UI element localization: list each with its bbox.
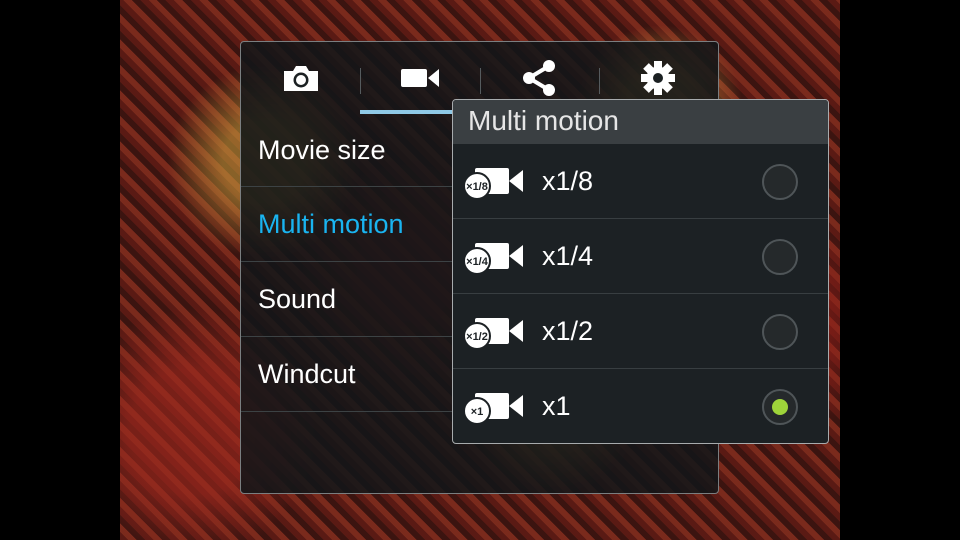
video-camera-icon (400, 69, 439, 87)
option-badge: ×1 (471, 406, 484, 418)
slow-motion-half-icon: ×1/2 (463, 318, 523, 350)
gear-icon (641, 61, 676, 95)
slow-motion-eighth-icon: ×1/8 (463, 168, 523, 200)
multi-motion-popup: Multi motion ×1/8 x1/8 ×1/4 x1/4 ×1/2 x1… (452, 99, 829, 444)
radio-button-selected[interactable] (762, 389, 798, 425)
option-label: x1/8 (542, 166, 594, 196)
slow-motion-quarter-icon: ×1/4 (463, 243, 523, 275)
radio-button[interactable] (762, 164, 798, 200)
popup-title: Multi motion (453, 100, 828, 144)
option-x1-2[interactable]: ×1/2 x1/2 (453, 294, 828, 369)
option-x1-4[interactable]: ×1/4 x1/4 (453, 219, 828, 294)
share-icon (523, 60, 556, 96)
option-badge: ×1/2 (466, 331, 488, 343)
radio-button[interactable] (762, 239, 798, 275)
normal-speed-icon: ×1 (463, 393, 523, 425)
option-badge: ×1/8 (466, 181, 488, 193)
radio-button[interactable] (762, 314, 798, 350)
tab-camera[interactable] (241, 42, 360, 114)
option-label: x1 (542, 391, 571, 421)
option-label: x1/2 (542, 316, 594, 346)
option-label: x1/4 (542, 241, 594, 271)
option-badge: ×1/4 (466, 256, 489, 268)
option-x1[interactable]: ×1 x1 (453, 369, 828, 443)
option-x1-8[interactable]: ×1/8 x1/8 (453, 144, 828, 219)
camera-icon (283, 66, 318, 91)
